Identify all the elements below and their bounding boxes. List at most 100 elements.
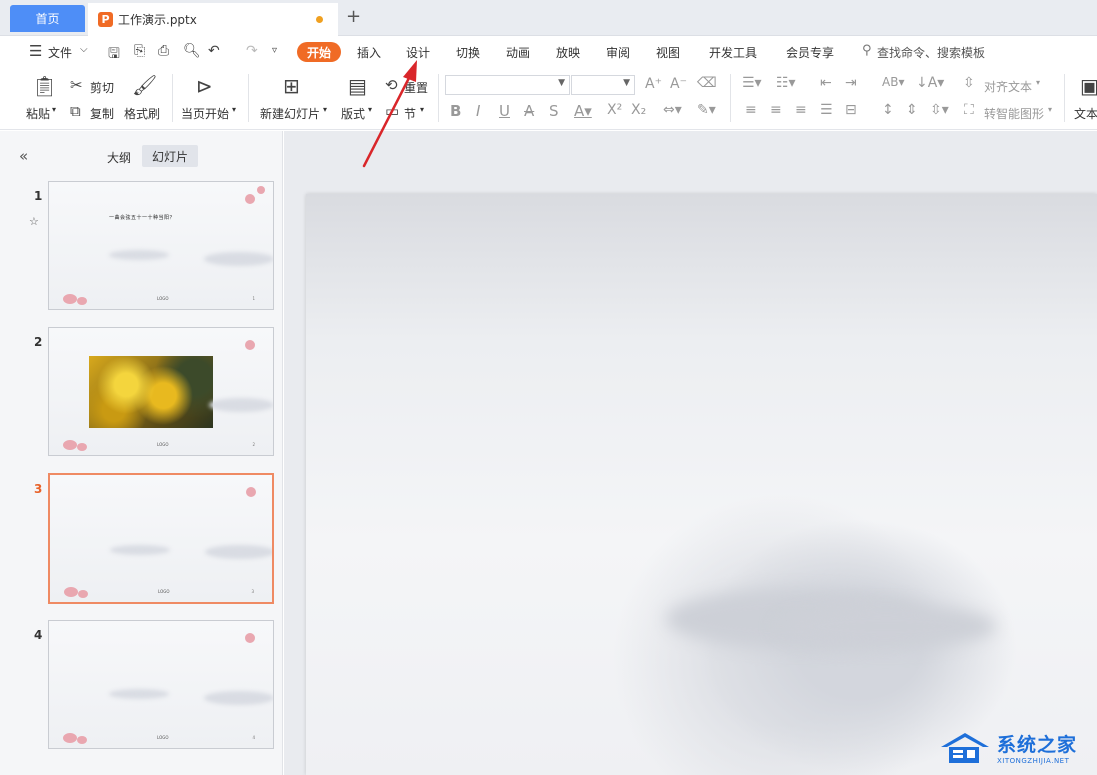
- smart-art-dropdown-icon[interactable]: ▾: [1048, 105, 1052, 114]
- justify-icon[interactable]: ☰: [820, 102, 833, 118]
- smart-art-button[interactable]: 转智能图形: [984, 105, 1044, 122]
- textbox-button[interactable]: 文本: [1074, 105, 1097, 122]
- new-slide-icon[interactable]: ⊞: [283, 74, 300, 98]
- flower-decoration: [64, 587, 78, 597]
- collapse-pane-icon[interactable]: «: [19, 147, 28, 165]
- align-text-icon[interactable]: ⇳: [963, 75, 975, 91]
- bullet-list-icon[interactable]: ☰▾: [742, 75, 762, 91]
- paragraph-spacing-icon[interactable]: ⇕: [906, 102, 918, 118]
- cloud-decoration: [776, 604, 996, 649]
- align-text-button[interactable]: 对齐文本: [984, 78, 1032, 95]
- reset-icon[interactable]: ⟲: [385, 76, 398, 94]
- scissors-icon[interactable]: ✂: [70, 76, 83, 94]
- play-circle-icon[interactable]: ⊳: [196, 74, 213, 98]
- increase-indent-icon[interactable]: ⇥: [845, 75, 857, 91]
- menu-file[interactable]: 文件: [48, 44, 72, 61]
- sort-icon[interactable]: ↓A▾: [916, 75, 944, 91]
- paste-dropdown-icon[interactable]: ▾: [52, 105, 56, 114]
- paste-icon[interactable]: 📋︎: [32, 74, 57, 98]
- reset-button[interactable]: 重置: [404, 79, 428, 96]
- undo-icon[interactable]: ↶: [208, 43, 220, 59]
- decrease-indent-icon[interactable]: ⇤: [820, 75, 832, 91]
- print-preview-icon[interactable]: 🔍︎: [183, 43, 201, 59]
- menu-slideshow[interactable]: 放映: [556, 44, 580, 61]
- menu-developer[interactable]: 开发工具: [709, 44, 757, 61]
- align-left-icon[interactable]: ≡: [745, 102, 757, 118]
- increase-font-icon[interactable]: A⁺: [645, 76, 662, 92]
- italic-icon[interactable]: I: [476, 102, 480, 120]
- highlight-icon[interactable]: ✎▾: [697, 102, 716, 118]
- shadow-text-icon[interactable]: S: [549, 102, 559, 120]
- line-spacing-icon[interactable]: ↕: [882, 102, 894, 118]
- cut-button[interactable]: 剪切: [90, 79, 114, 96]
- distribute-icon[interactable]: ⊟: [845, 102, 857, 118]
- strikethrough-icon[interactable]: A: [524, 102, 534, 120]
- new-tab-button[interactable]: +: [346, 6, 361, 27]
- from-current-dropdown-icon[interactable]: ▾: [232, 105, 236, 114]
- tab-home[interactable]: 首页: [10, 5, 85, 32]
- menu-start[interactable]: 开始: [297, 42, 341, 62]
- slide-canvas-area: [284, 131, 1097, 775]
- bold-icon[interactable]: B: [450, 102, 461, 120]
- textbox-icon[interactable]: ▣: [1080, 74, 1097, 98]
- font-size-select[interactable]: ▼: [571, 75, 635, 95]
- divider: [730, 74, 731, 122]
- smart-art-icon[interactable]: ⛶: [964, 102, 974, 118]
- section-icon[interactable]: ▭: [385, 102, 399, 120]
- superscript-icon[interactable]: X²: [607, 102, 622, 118]
- new-slide-button[interactable]: 新建幻灯片: [260, 105, 320, 122]
- layout-button[interactable]: 版式: [341, 105, 365, 122]
- flower-decoration: [77, 443, 87, 451]
- customize-toolbar-icon[interactable]: ▿: [272, 45, 277, 56]
- columns-icon[interactable]: ⇳▾: [930, 102, 949, 118]
- format-painter-icon[interactable]: 🖌︎: [132, 73, 157, 97]
- text-direction-icon[interactable]: AB▾: [882, 75, 904, 89]
- tab-outline[interactable]: 大纲: [107, 149, 131, 166]
- font-family-select[interactable]: ▼: [445, 75, 570, 95]
- decrease-font-icon[interactable]: A⁻: [670, 76, 687, 92]
- menu-member[interactable]: 会员专享: [786, 44, 834, 61]
- align-right-icon[interactable]: ≡: [795, 102, 807, 118]
- menu-transition[interactable]: 切换: [456, 44, 480, 61]
- redo-icon[interactable]: ↷: [246, 43, 258, 59]
- chevron-down-icon[interactable]: ⌵: [80, 44, 88, 55]
- align-text-dropdown-icon[interactable]: ▾: [1036, 78, 1040, 87]
- tab-document[interactable]: P 工作演示.pptx: [88, 3, 338, 36]
- slide-number: 4: [34, 628, 43, 642]
- paste-button[interactable]: 粘贴: [26, 105, 50, 122]
- save-icon[interactable]: 🖫: [108, 43, 120, 67]
- slide-thumbnail-1[interactable]: 一曲会弦五十一十种当阳？ LOGO 1: [48, 181, 274, 310]
- slide-thumbnail-2[interactable]: LOGO 2: [48, 327, 274, 456]
- print-icon[interactable]: ⎙: [158, 43, 169, 59]
- layout-dropdown-icon[interactable]: ▾: [368, 105, 372, 114]
- export-pdf-icon[interactable]: ⎘: [134, 43, 145, 59]
- copy-icon[interactable]: ⧉: [70, 102, 81, 120]
- hamburger-menu-icon[interactable]: ☰: [29, 42, 42, 60]
- divider: [438, 74, 439, 122]
- copy-button[interactable]: 复制: [90, 105, 114, 122]
- numbered-list-icon[interactable]: ☷▾: [776, 75, 796, 91]
- section-dropdown-icon[interactable]: ▾: [420, 105, 424, 114]
- font-color-icon[interactable]: A▾: [574, 102, 592, 120]
- layout-icon[interactable]: ▤: [348, 74, 367, 98]
- underline-icon[interactable]: U: [499, 102, 510, 120]
- menu-review[interactable]: 审阅: [606, 44, 630, 61]
- tab-slides[interactable]: 幻灯片: [142, 145, 198, 167]
- slide-thumbnail-3[interactable]: LOGO 3: [48, 473, 274, 604]
- menu-view[interactable]: 视图: [656, 44, 680, 61]
- slide-editor[interactable]: [306, 194, 1097, 775]
- subscript-icon[interactable]: X₂: [631, 102, 646, 118]
- search-input[interactable]: 查找命令、搜索模板: [877, 44, 985, 61]
- slide-footer: LOGO: [158, 589, 170, 594]
- clear-format-icon[interactable]: ⌫: [697, 75, 717, 91]
- menu-design[interactable]: 设计: [406, 44, 430, 61]
- character-spacing-icon[interactable]: ⇔▾: [663, 102, 682, 118]
- from-current-button[interactable]: 当页开始: [181, 105, 229, 122]
- menu-animation[interactable]: 动画: [506, 44, 530, 61]
- menu-insert[interactable]: 插入: [357, 44, 381, 61]
- slide-thumbnail-4[interactable]: LOGO 4: [48, 620, 274, 749]
- new-slide-dropdown-icon[interactable]: ▾: [323, 105, 327, 114]
- section-button[interactable]: 节: [404, 105, 416, 122]
- format-painter-button[interactable]: 格式刷: [124, 105, 160, 122]
- align-center-icon[interactable]: ≡: [770, 102, 782, 118]
